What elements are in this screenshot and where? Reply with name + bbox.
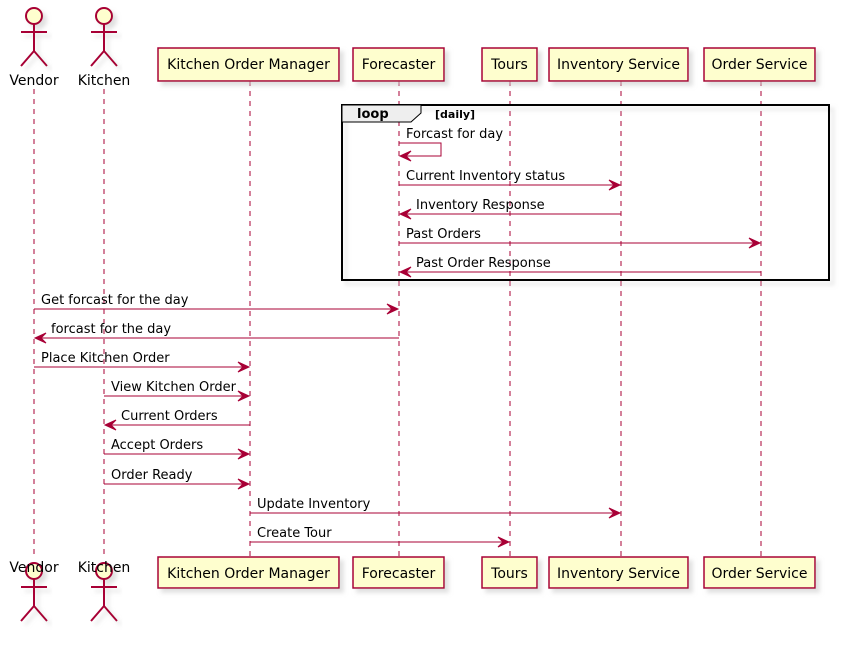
actor-label-vendor: Vendor [9,560,58,576]
actor-head-icon [95,7,113,25]
message-label: View Kitchen Order [111,380,237,395]
message-arrow: Current Orders [103,409,250,431]
message-arrow: Past Order Response [398,256,761,278]
actor-legs-icon [20,604,48,622]
message-arrow: Create Tour [250,526,511,548]
message-arrow: View Kitchen Order [104,380,251,402]
participant-label-orders-bottom: Order Service [712,566,808,582]
messages: Forcast for day Current Inventory status I… [33,127,762,548]
message-arrow: Past Orders [399,227,762,249]
message-label: Current Orders [121,409,218,424]
message-arrow: Get forcast for the day [34,293,400,315]
message-arrow: forcast for the day [33,322,399,344]
loop-condition: [daily] [435,108,475,121]
message-label: Forcast for day [406,127,503,142]
message-arrow: Place Kitchen Order [34,351,251,373]
actor-legs-icon [90,604,118,622]
message-label: Past Order Response [416,256,551,271]
message-label: Create Tour [257,526,332,541]
message-label: Past Orders [406,227,481,242]
message-label: Update Inventory [257,497,371,512]
message-arrow: Order Ready [104,468,251,490]
loop-keyword: loop [357,107,389,122]
participant-label-forecaster-bottom: Forecaster [362,566,436,582]
participant-label-kom-bottom: Kitchen Order Manager [167,566,330,582]
participant-label-tours-bottom: Tours [490,566,528,582]
participants: Vendor Vendor Kitchen Kitchen Kitchen Order … [9,7,816,622]
sequence-diagram: loop [daily] Forcast for day Current Inven… [9,7,830,622]
actor-kitchen-top [90,7,118,67]
actor-label-kitchen: Kitchen [78,73,131,89]
message-label: Inventory Response [416,198,545,213]
message-arrow: Accept Orders [104,438,251,460]
message-label: forcast for the day [51,322,171,337]
message-label: Order Ready [111,468,193,483]
message-arrow: Forcast for day [398,127,503,162]
actor-label-vendor: Vendor [9,73,58,89]
participant-label-kom-top: Kitchen Order Manager [167,57,330,73]
message-label: Accept Orders [111,438,203,453]
lifelines [33,81,762,557]
participant-label-tours-top: Tours [490,57,528,73]
participant-label-orders-top: Order Service [712,57,808,73]
message-arrow: Current Inventory status [399,169,622,191]
actor-label-kitchen: Kitchen [78,560,131,576]
message-arrow: Update Inventory [250,497,622,519]
participant-label-inventory-top: Inventory Service [557,57,680,73]
actor-legs-icon [90,49,118,67]
actor-head-icon [25,7,43,25]
message-label: Get forcast for the day [41,293,189,308]
message-label: Place Kitchen Order [41,351,170,366]
actor-legs-icon [20,49,48,67]
participant-label-inventory-bottom: Inventory Service [557,566,680,582]
actor-vendor-top [20,7,48,67]
message-label: Current Inventory status [406,169,565,184]
participant-label-forecaster-top: Forecaster [362,57,436,73]
